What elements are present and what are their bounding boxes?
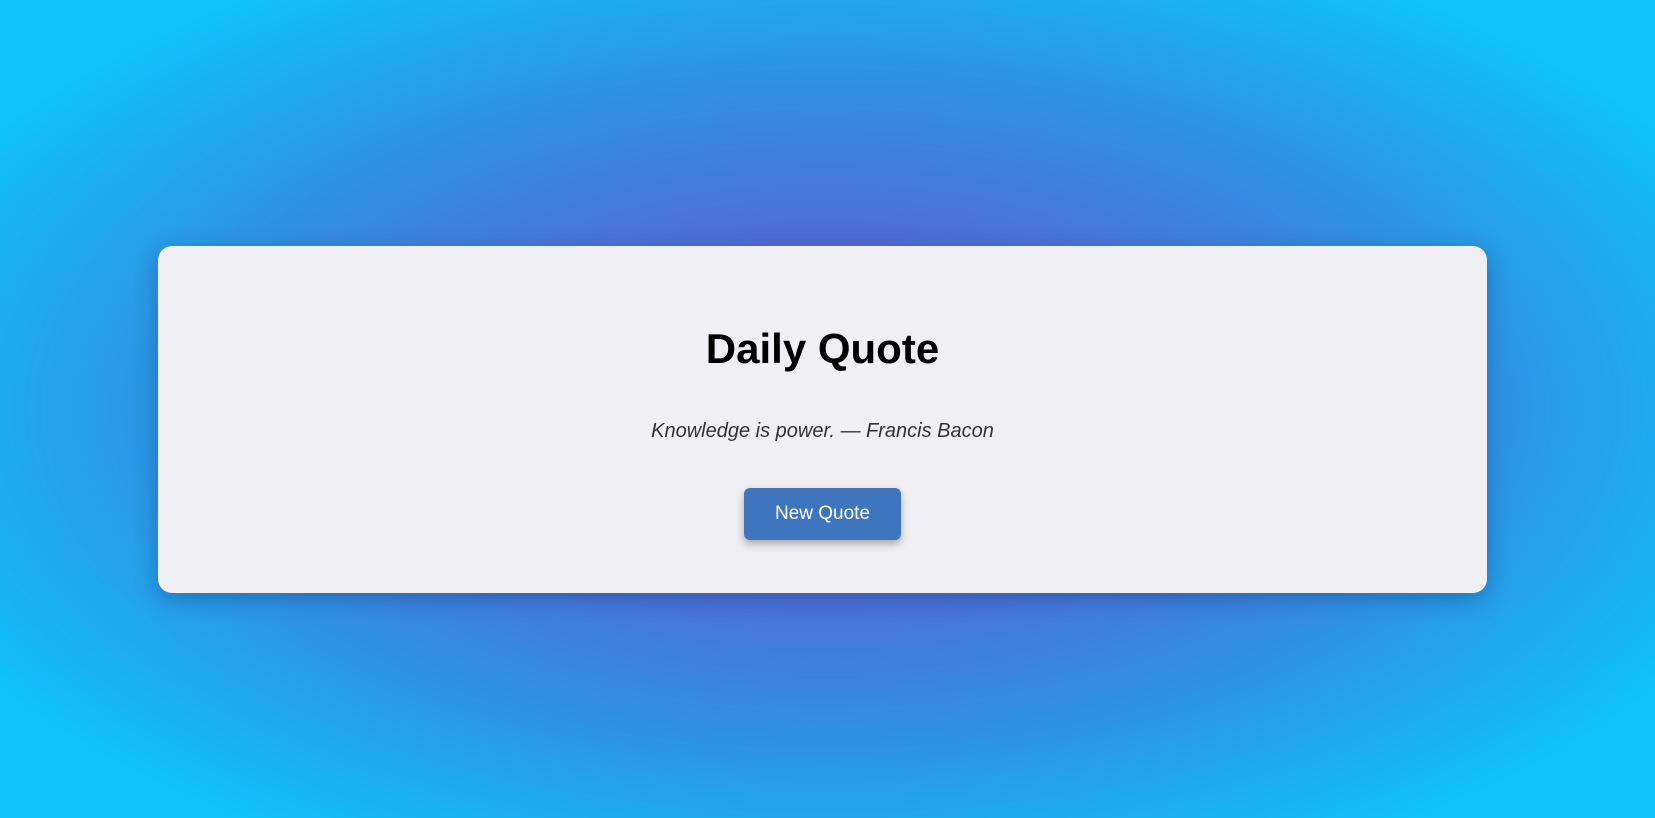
quote-text: Knowledge is power. — Francis Bacon (651, 420, 994, 442)
page-title: Daily Quote (705, 325, 940, 372)
quote-card: Daily Quote Knowledge is power. — Franci… (158, 246, 1487, 593)
new-quote-button[interactable]: New Quote (744, 488, 901, 540)
